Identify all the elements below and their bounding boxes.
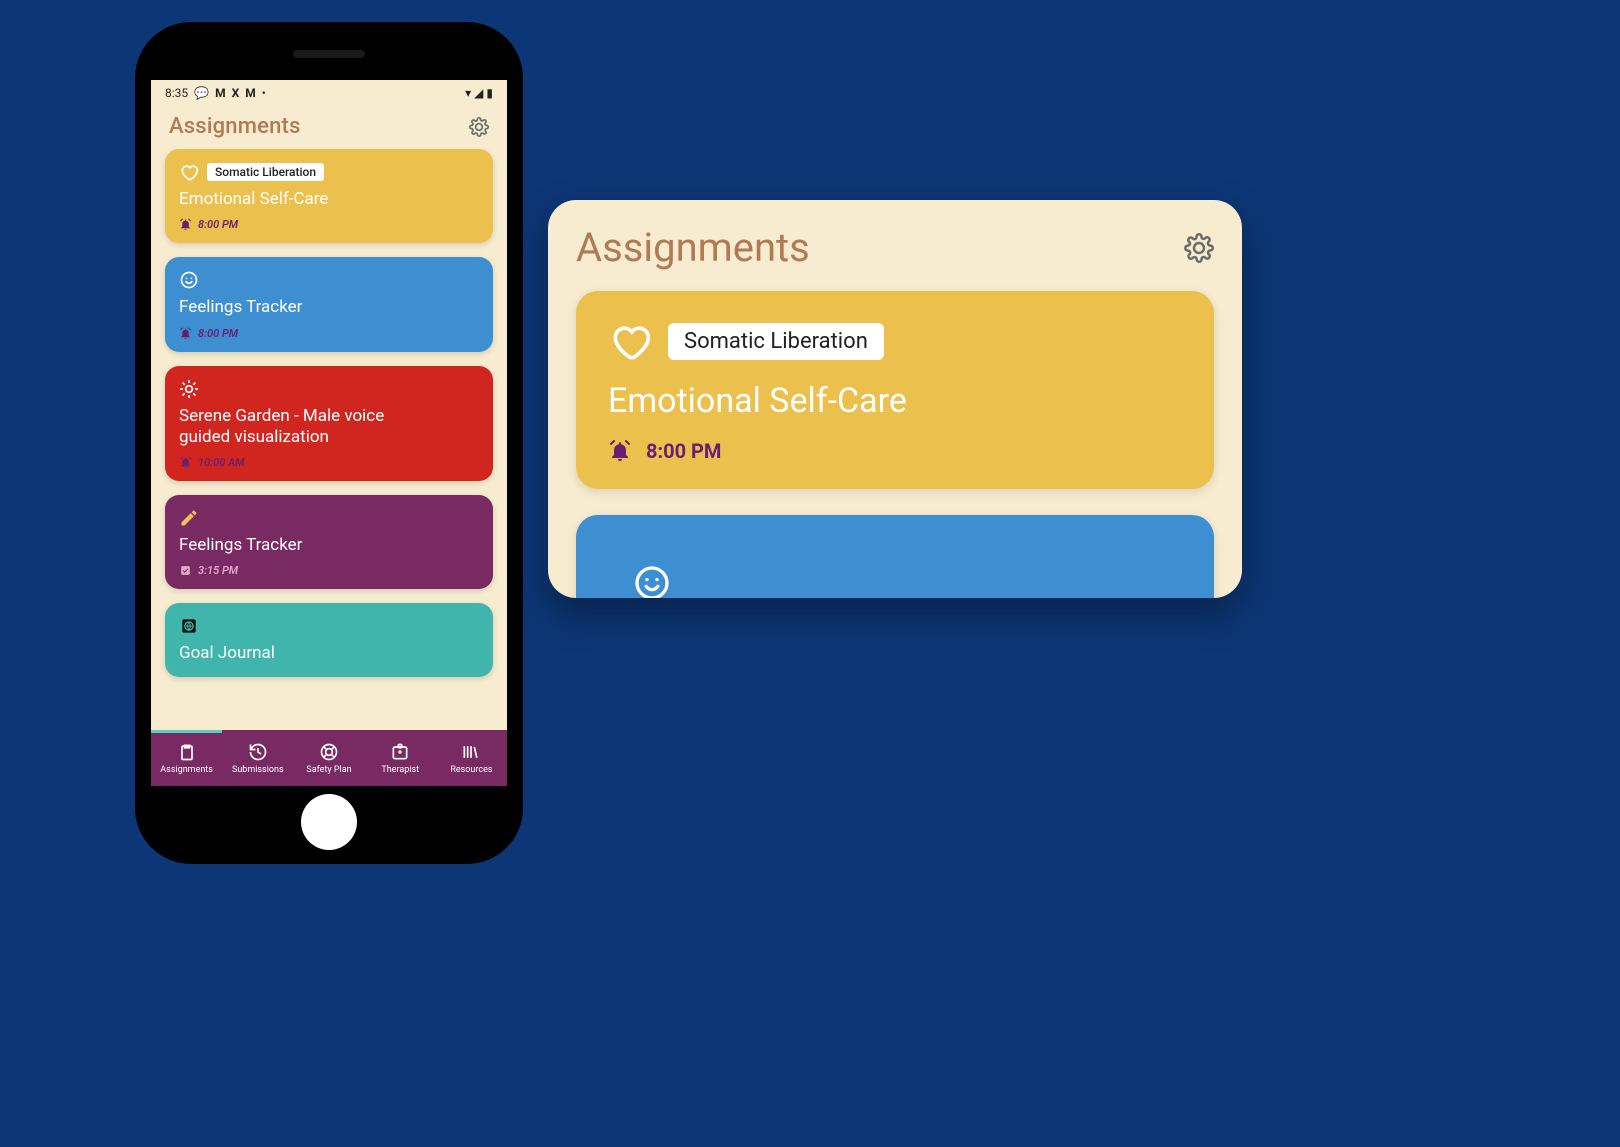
clipboard-icon <box>177 742 197 762</box>
category-badge: Somatic Liberation <box>668 323 884 360</box>
bell-icon <box>179 327 192 340</box>
books-icon <box>461 742 481 762</box>
assignment-title: Emotional Self-Care <box>608 381 1182 421</box>
assignment-card[interactable]: Somatic Liberation Emotional Self-Care 8… <box>576 291 1214 489</box>
settings-icon[interactable] <box>1184 233 1214 263</box>
assignment-card[interactable]: Feelings Tracker 8:00 PM <box>165 257 493 351</box>
history-icon <box>248 742 268 762</box>
page-title: Assignments <box>169 114 301 139</box>
nav-label: Submissions <box>232 765 284 775</box>
x-icon: X <box>232 86 240 100</box>
assignment-title: Feelings Tracker <box>179 535 479 556</box>
settings-icon[interactable] <box>469 117 489 137</box>
app-screen: 8:35 💬 M X M • ▾ ◢ ▮ Assignments Somatic <box>151 80 507 786</box>
nav-safety-plan[interactable]: Safety Plan <box>293 742 364 775</box>
assignment-time: 8:00 PM <box>198 218 238 231</box>
nav-label: Safety Plan <box>306 765 351 775</box>
assignment-title: Goal Journal <box>179 643 479 664</box>
smile-icon <box>179 270 199 290</box>
battery-icon: ▮ <box>486 86 493 100</box>
assignment-title: Emotional Self-Care <box>179 189 479 210</box>
heart-icon <box>608 319 652 363</box>
assignment-time: 8:00 PM <box>198 327 238 340</box>
category-badge: Somatic Liberation <box>207 163 324 181</box>
phone-speaker <box>293 50 365 58</box>
pencil-icon <box>179 508 199 528</box>
gmail-icon-2: M <box>245 86 256 100</box>
nav-resources[interactable]: Resources <box>436 742 507 775</box>
chat-icon: 💬 <box>194 86 209 100</box>
assignment-time: 3:15 PM <box>198 564 238 577</box>
check-icon <box>179 564 192 577</box>
phone-frame: 8:35 💬 M X M • ▾ ◢ ▮ Assignments Somatic <box>135 22 523 864</box>
assignment-title: Serene Garden - Male voice guided visual… <box>179 406 439 449</box>
assignment-time: 8:00 PM <box>646 439 721 463</box>
nav-assignments[interactable]: Assignments <box>151 742 222 775</box>
assignment-card[interactable]: Somatic Liberation Emotional Self-Care 8… <box>165 149 493 243</box>
nav-submissions[interactable]: Submissions <box>222 742 293 775</box>
assignments-list: Somatic Liberation Emotional Self-Care 8… <box>151 149 507 730</box>
detail-panel: Assignments Somatic Liberation Emotional… <box>548 200 1242 598</box>
globe-icon <box>179 616 199 636</box>
nav-label: Assignments <box>160 765 213 775</box>
detail-title: Assignments <box>576 224 810 271</box>
gmail-icon: M <box>215 86 226 100</box>
bell-icon <box>608 439 632 463</box>
assignment-card[interactable]: Goal Journal <box>165 603 493 676</box>
assignment-card[interactable]: Feelings Tracker 3:15 PM <box>165 495 493 589</box>
status-time: 8:35 <box>165 86 188 100</box>
assignment-card-partial[interactable] <box>576 515 1214 598</box>
assignment-time: 10:00 AM <box>198 456 245 469</box>
bottom-nav: Assignments Submissions Safety Plan Ther… <box>151 730 507 786</box>
signal-icon: ◢ <box>474 86 483 100</box>
smile-icon <box>632 563 672 598</box>
id-badge-icon <box>390 742 410 762</box>
bell-icon <box>179 218 192 231</box>
page-header: Assignments <box>151 106 507 149</box>
heart-icon <box>179 162 199 182</box>
dot-icon: • <box>262 86 266 100</box>
detail-header: Assignments <box>576 224 1214 271</box>
assignment-card[interactable]: Serene Garden - Male voice guided visual… <box>165 366 493 482</box>
sun-icon <box>179 379 199 399</box>
status-bar: 8:35 💬 M X M • ▾ ◢ ▮ <box>151 80 507 106</box>
bell-icon <box>179 456 192 469</box>
nav-label: Therapist <box>381 765 419 775</box>
wifi-icon: ▾ <box>465 86 471 100</box>
active-tab-indicator <box>151 730 222 733</box>
nav-therapist[interactable]: Therapist <box>365 742 436 775</box>
home-button[interactable] <box>301 794 357 850</box>
nav-label: Resources <box>450 765 492 775</box>
assignment-title: Feelings Tracker <box>179 297 479 318</box>
lifebuoy-icon <box>319 742 339 762</box>
